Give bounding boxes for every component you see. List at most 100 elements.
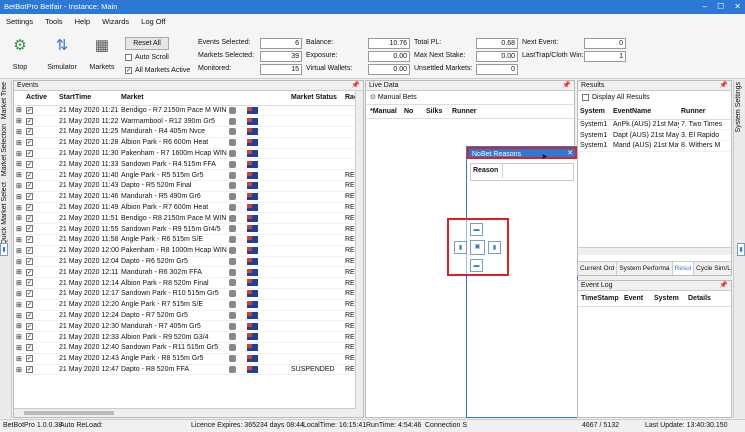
active-checkbox[interactable]: ✓ — [24, 299, 57, 311]
active-checkbox[interactable]: ✓ — [24, 245, 57, 257]
active-checkbox[interactable]: ✓ — [24, 234, 57, 246]
row-expand-icon[interactable]: ⊞ — [14, 331, 24, 344]
simulator-button[interactable]: ⇅ Simulator — [44, 32, 80, 76]
tab-market-selection[interactable]: Market Selection — [1, 124, 8, 176]
table-row[interactable]: ⊞ ✓ 21 May 2020 11:30 Pakenham - R7 1600m H… — [14, 148, 363, 160]
table-row[interactable]: ⊞ ✓ 21 May 2020 11:40 Angle Park - R5 515m … — [14, 169, 363, 182]
row-expand-icon[interactable]: ⊞ — [14, 191, 24, 203]
pin-icon[interactable]: 📌 — [562, 81, 571, 91]
active-checkbox[interactable]: ✓ — [24, 148, 57, 160]
col-flag[interactable] — [245, 91, 289, 106]
close-icon[interactable]: ✕ — [567, 148, 573, 160]
table-row[interactable]: ⊞ ✓ 21 May 2020 12:30 Mandurah - R7 405m Gr… — [14, 320, 363, 333]
table-row[interactable]: ⊞ ✓ 21 May 2020 12:11 Mandurah - R6 302m FF… — [14, 266, 363, 279]
row-expand-icon[interactable]: ⊞ — [14, 202, 24, 214]
manual-bets-toggle[interactable]: ⊙ Manual Bets — [366, 91, 574, 105]
tab-results[interactable]: Resul — [671, 262, 694, 275]
table-row[interactable]: ⊞ ✓ 21 May 2020 12:20 Angle Park - R7 515m … — [14, 299, 363, 311]
col-icon[interactable] — [227, 91, 245, 106]
stop-button[interactable]: ⚙ Stop — [4, 32, 36, 76]
table-row[interactable]: ⊞✓21 May 2020 12:24Dapto - R7 520m Gr5RE… — [14, 310, 363, 322]
active-checkbox[interactable]: ✓ — [24, 320, 57, 333]
row-expand-icon[interactable]: ⊞ — [14, 320, 24, 333]
row-expand-icon[interactable]: ⊞ — [14, 277, 24, 290]
table-row[interactable]: ⊞ ✓ 21 May 2020 11:46 Mandurah - R5 490m Gr… — [14, 191, 363, 203]
table-row[interactable]: ⊞ ✓ 21 May 2020 11:21 Bendigo - R7 2150m Pa… — [14, 105, 363, 117]
menu-help[interactable]: Help — [69, 14, 96, 29]
dock-center-icon[interactable]: ▣ — [470, 240, 485, 255]
row-expand-icon[interactable]: ⊞ — [14, 245, 24, 257]
table-row[interactable]: ⊞ ✓ 21 May 2020 11:49 Albion Park - R7 600m… — [14, 202, 363, 214]
active-checkbox[interactable]: ✓ — [24, 105, 57, 117]
tab-system-settings[interactable]: System Settings — [735, 82, 742, 133]
row-expand-icon[interactable]: ⊞ — [14, 212, 24, 225]
dock-top-icon[interactable]: ▬ — [470, 223, 483, 236]
table-row[interactable]: ⊞ ✓ 21 May 2020 11:55 Sandown Park - R9 515… — [14, 223, 363, 236]
minimize-button[interactable]: – — [703, 0, 707, 14]
dock-bottom-icon[interactable]: ▬ — [470, 259, 483, 272]
table-row[interactable]: ⊞ ✓ 21 May 2020 11:33 Sandown Park - R4 515… — [14, 158, 363, 171]
tab-system-performance[interactable]: System Performa — [616, 262, 671, 275]
active-checkbox[interactable]: ✓ — [24, 256, 57, 268]
col-active[interactable]: Active — [24, 91, 57, 106]
active-checkbox[interactable]: ✓ — [24, 342, 57, 354]
active-checkbox[interactable]: ✓ — [24, 364, 57, 376]
table-row[interactable]: ⊞ ✓ 21 May 2020 12:33 Albion Park - R9 520m… — [14, 331, 363, 344]
left-dock-icon[interactable]: ▮ — [0, 243, 8, 256]
active-checkbox[interactable]: ✓ — [24, 180, 57, 192]
col-starttime[interactable]: StartTime — [57, 91, 119, 106]
col-market-status[interactable]: Market Status — [289, 91, 343, 106]
active-checkbox[interactable]: ✓ — [24, 126, 57, 138]
table-row[interactable]: System1 AnPk (AUS) 21st May 7. Two Times — [578, 119, 731, 131]
col-system[interactable]: System — [578, 105, 611, 120]
active-checkbox[interactable]: ✓ — [24, 137, 57, 149]
active-checkbox[interactable]: ✓ — [24, 115, 57, 128]
row-expand-icon[interactable]: ⊞ — [14, 148, 24, 160]
table-row[interactable]: ⊞ ✓ 21 May 2020 11:22 Warrnambool - R12 390… — [14, 115, 363, 128]
active-checkbox[interactable]: ✓ — [24, 353, 57, 365]
row-expand-icon[interactable]: ⊞ — [14, 223, 24, 236]
table-row[interactable]: ⊞ ✓ 21 May 2020 12:14 Albion Park - R8 520m… — [14, 277, 363, 290]
table-row[interactable]: ⊞ ✓ 21 May 2020 11:51 Bendigo - R8 2150m Pa… — [14, 212, 363, 225]
col-event[interactable]: Event — [624, 291, 654, 306]
table-row[interactable]: ⊞ ✓ 21 May 2020 12:47 Dapto - R8 520m FFA SU… — [14, 364, 363, 376]
row-expand-icon[interactable]: ⊞ — [14, 137, 24, 149]
table-row[interactable]: ⊞ ✓ 21 May 2020 12:43 Angle Park - R8 515m … — [14, 353, 363, 365]
table-row[interactable]: ⊞✓21 May 2020 12:04Dapto - R6 520m Gr5RE… — [14, 256, 363, 268]
row-expand-icon[interactable]: ⊞ — [14, 256, 24, 268]
results-horizontal-scrollbar[interactable] — [578, 247, 731, 255]
dock-right-icon[interactable]: ▮ — [488, 241, 501, 254]
col-runner[interactable]: Runner — [679, 105, 731, 120]
close-button[interactable]: ✕ — [734, 0, 741, 14]
display-all-results-checkbox[interactable]: Display All Results — [578, 91, 731, 105]
dock-left-icon[interactable]: ▮ — [454, 241, 467, 254]
pin-icon[interactable]: 📌 — [719, 81, 728, 91]
menu-wizards[interactable]: Wizards — [96, 14, 135, 29]
auto-scroll-checkbox[interactable]: Auto Scroll — [125, 52, 169, 63]
row-expand-icon[interactable]: ⊞ — [14, 310, 24, 322]
active-checkbox[interactable]: ✓ — [24, 212, 57, 225]
col-no[interactable]: No — [404, 105, 426, 118]
active-checkbox[interactable]: ✓ — [24, 169, 57, 182]
col-timestamp[interactable]: TimeStamp — [578, 291, 624, 306]
row-expand-icon[interactable]: ⊞ — [14, 180, 24, 192]
row-expand-icon[interactable]: ⊞ — [14, 158, 24, 171]
menu-settings[interactable]: Settings — [0, 14, 39, 29]
row-expand-icon[interactable]: ⊞ — [14, 115, 24, 128]
table-row[interactable]: ⊞ ✓ 21 May 2020 11:28 Albion Park - R6 600m… — [14, 137, 363, 149]
col-market[interactable]: Market — [119, 91, 227, 106]
maximize-button[interactable]: ☐ — [717, 0, 724, 14]
col-details[interactable]: Details — [688, 291, 728, 306]
col-silks[interactable]: Silks — [426, 105, 452, 118]
col-runner[interactable]: Runner — [452, 105, 512, 118]
row-expand-icon[interactable]: ⊞ — [14, 126, 24, 138]
row-expand-icon[interactable]: ⊞ — [14, 299, 24, 311]
tab-quick-market-select[interactable]: Quick Market Select — [1, 182, 8, 245]
col-reason[interactable]: Reason — [471, 164, 503, 178]
active-checkbox[interactable]: ✓ — [24, 310, 57, 322]
nobet-title-bar[interactable]: NoBet Reasons ✕ — [467, 147, 577, 159]
table-row[interactable]: ⊞ ✓ 21 May 2020 11:43 Dapto - R5 520m Final… — [14, 180, 363, 192]
table-row[interactable]: ⊞ ✓ 21 May 2020 11:25 Mandurah - R4 405m Nv… — [14, 126, 363, 138]
row-expand-icon[interactable]: ⊞ — [14, 342, 24, 354]
menu-tools[interactable]: Tools — [39, 14, 69, 29]
